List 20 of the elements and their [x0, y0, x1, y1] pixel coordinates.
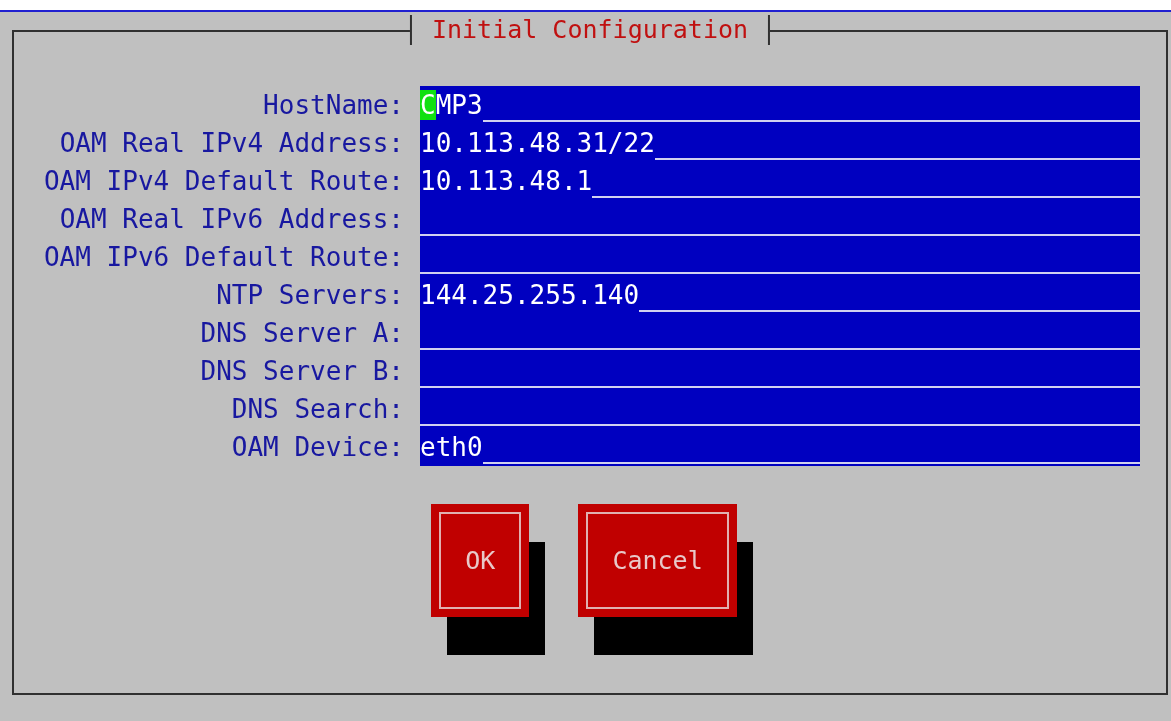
input-field[interactable]: 144.25.255.140 [420, 276, 1140, 314]
field-label: OAM Real IPv4 Address: [58, 127, 404, 160]
input-field[interactable]: 10.113.48.1 [420, 162, 1140, 200]
field-label: DNS Server B: [199, 355, 404, 388]
field-label: OAM Device: [230, 431, 404, 464]
field-label: OAM Real IPv6 Address: [58, 203, 404, 236]
field-label: NTP Servers: [215, 279, 404, 312]
field-label: DNS Server A: [199, 317, 404, 350]
field-label: OAM IPv4 Default Route: [42, 165, 404, 198]
field-label: HostName: [262, 89, 404, 122]
input-field[interactable]: eth0 [420, 428, 1140, 466]
dialog-title: Initial Configuration [409, 15, 771, 45]
input-field[interactable] [420, 238, 1140, 276]
field-label: OAM IPv6 Default Route: [42, 241, 404, 274]
input-field[interactable] [420, 352, 1140, 390]
input-field[interactable] [420, 200, 1140, 238]
input-field[interactable] [420, 314, 1140, 352]
input-field[interactable]: 10.113.48.31/22 [420, 124, 1140, 162]
field-label: DNS Search: [230, 393, 404, 426]
input-field[interactable] [420, 390, 1140, 428]
